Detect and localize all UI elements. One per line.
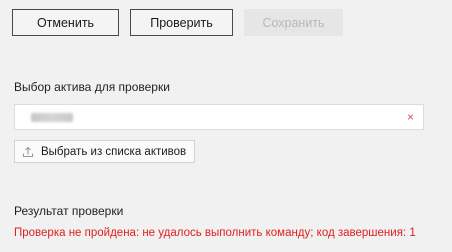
- save-button: Сохранить: [244, 9, 343, 36]
- pick-button-label: Выбрать из списка активов: [41, 145, 187, 158]
- asset-value-redacted: [31, 112, 73, 122]
- cancel-button[interactable]: Отменить: [12, 9, 119, 36]
- clear-icon[interactable]: ×: [407, 111, 414, 123]
- result-error-message: Проверка не пройдена: не удалось выполни…: [14, 227, 416, 239]
- action-toolbar: Отменить Проверить Сохранить: [12, 9, 343, 36]
- upload-icon: [21, 145, 35, 159]
- result-section-title: Результат проверки: [14, 204, 124, 218]
- pick-from-asset-list-button[interactable]: Выбрать из списка активов: [14, 140, 196, 163]
- asset-input[interactable]: ×: [14, 104, 424, 130]
- asset-section-title: Выбор актива для проверки: [14, 80, 170, 94]
- check-button[interactable]: Проверить: [130, 9, 233, 36]
